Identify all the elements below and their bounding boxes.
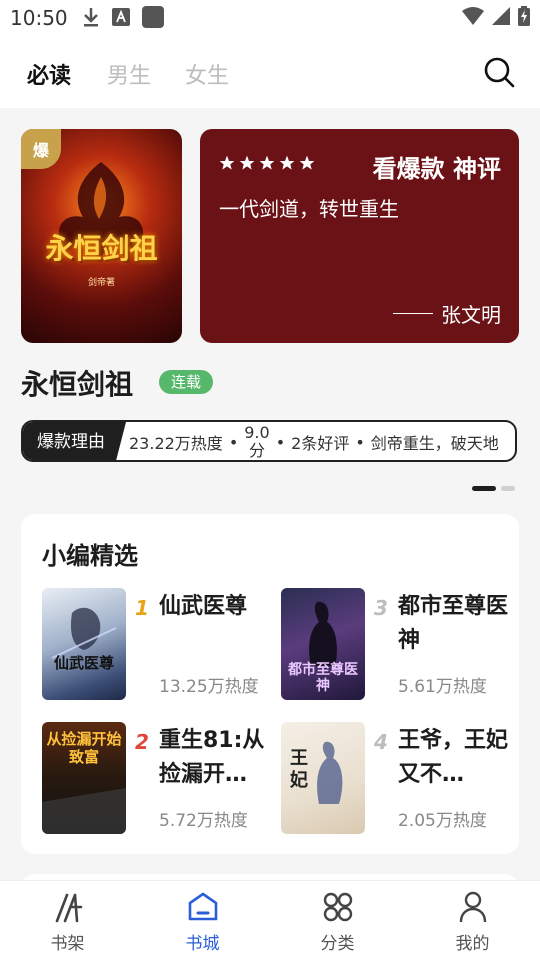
- hot-badge: 爆: [21, 129, 61, 169]
- nav-bookshelf[interactable]: 书架: [0, 881, 135, 961]
- score-value: 9.0 分: [244, 424, 269, 460]
- cover-title-art: 都市至尊医神: [288, 662, 358, 694]
- hit-reason-bar: 爆款理由 23.22万热度 • 9.0 分 • 2条好评 • 剑帝重生，破天地: [21, 420, 517, 462]
- category-icon: [323, 892, 352, 922]
- list-item[interactable]: 王妃 4 王爷，王妃又不… 2.05万热度: [281, 722, 511, 834]
- cover-art: [51, 607, 117, 659]
- heat-value: 2.05万热度: [398, 811, 487, 831]
- editor-picks-title: 小编精选: [42, 542, 138, 570]
- rank-number: 2: [135, 730, 149, 754]
- pager-dot-active: [472, 486, 496, 491]
- carousel-pager: [472, 486, 515, 491]
- editor-picks-card: 小编精选 仙武医尊 1 仙武医尊 13.25万热度 都市至尊医神 3 都市至尊医…: [21, 514, 519, 854]
- rank-number: 4: [374, 730, 388, 754]
- list-item[interactable]: 都市至尊医神 3 都市至尊医神 5.61万热度: [281, 588, 511, 700]
- app-square-icon: [142, 6, 164, 28]
- signal-icon: [492, 7, 510, 25]
- list-item[interactable]: 从捡漏开始致富 2 重生81:从捡漏开… 5.72万热度: [42, 722, 272, 834]
- profile-icon: [459, 891, 486, 923]
- status-time: 10:50: [10, 6, 68, 30]
- featured-review-card[interactable]: 看爆款 神评 一代剑道，转世重生 张文明: [200, 129, 519, 343]
- star-icon: [299, 155, 315, 170]
- star-icon: [279, 155, 295, 170]
- cover-author: 剑帝著: [87, 278, 115, 288]
- top-navigation: 必读 男生 女生: [0, 36, 540, 108]
- dash-divider: [393, 313, 433, 314]
- book-cover: 王妃: [281, 722, 365, 834]
- book-cover: 都市至尊医神: [281, 588, 365, 700]
- rank-number: 1: [135, 596, 149, 620]
- score-number: 9.0: [244, 423, 270, 442]
- status-bar: 10:50: [0, 0, 540, 36]
- search-icon[interactable]: [483, 56, 515, 88]
- nav-bookstore[interactable]: 书城: [135, 881, 270, 961]
- bookstore-icon: [188, 892, 217, 921]
- hit-reason-items: 23.22万热度 • 9.0 分 • 2条好评 • 剑帝重生，破天地: [129, 422, 499, 460]
- book-name: 都市至尊医神: [398, 594, 509, 653]
- nav-profile[interactable]: 我的: [405, 881, 540, 961]
- heat-value: 23.22万热度: [129, 434, 223, 453]
- nav-label: 书城: [185, 934, 220, 954]
- bookshelf-icon: [55, 893, 82, 923]
- rank-number: 3: [374, 596, 388, 620]
- list-item[interactable]: 仙武医尊 1 仙武医尊 13.25万热度: [42, 588, 272, 700]
- tab-must-read[interactable]: 必读: [27, 58, 71, 90]
- separator: •: [355, 432, 365, 452]
- review-author: 张文明: [393, 299, 501, 328]
- good-reviews: 2条好评: [291, 434, 350, 453]
- book-cover: 仙武医尊: [42, 588, 126, 700]
- tab-male[interactable]: 男生: [107, 58, 151, 90]
- cover-title-art: 从捡漏开始致富: [46, 730, 122, 766]
- heat-value: 5.61万热度: [398, 677, 487, 697]
- cover-title-art: 王妃: [290, 748, 308, 791]
- tab-female[interactable]: 女生: [185, 58, 229, 90]
- review-author-name: 张文明: [441, 303, 501, 327]
- book-name: 王爷，王妃又不…: [398, 728, 509, 787]
- battery-icon: [518, 6, 530, 26]
- separator: •: [228, 432, 239, 452]
- book-cover: 从捡漏开始致富: [42, 722, 126, 834]
- review-heading: 看爆款 神评: [372, 155, 501, 183]
- wifi-icon: [462, 7, 484, 25]
- score-unit: 分: [248, 441, 265, 460]
- featured-book-cover[interactable]: 爆 永恒剑祖 剑帝著: [21, 129, 182, 343]
- review-quote: 一代剑道，转世重生: [219, 197, 399, 221]
- book-name: 重生81:从捡漏开…: [159, 728, 265, 787]
- star-icon: [219, 155, 235, 170]
- nav-label: 我的: [455, 934, 490, 954]
- status-badge: 连载: [159, 370, 214, 394]
- separator: •: [275, 432, 286, 452]
- pager-dot: [501, 486, 515, 491]
- rating-stars: [219, 155, 315, 171]
- book-name: 仙武医尊: [159, 594, 248, 619]
- cover-title-art: 永恒剑祖: [45, 232, 158, 265]
- star-icon: [259, 155, 275, 170]
- star-icon: [239, 155, 255, 170]
- app-a-icon: [112, 8, 130, 26]
- download-icon: [84, 8, 98, 27]
- nav-label: 分类: [320, 934, 355, 954]
- cover-title-art: 仙武医尊: [53, 654, 114, 672]
- tagline: 剑帝重生，破天地: [370, 434, 499, 453]
- nav-label: 书架: [50, 934, 85, 954]
- main-content: 爆 永恒剑祖 剑帝著 看爆款 神评 一代剑道，转世重生 张文明 永恒剑祖 连载 …: [0, 108, 540, 894]
- heat-value: 13.25万热度: [159, 677, 259, 697]
- heat-value: 5.72万热度: [159, 811, 248, 831]
- hit-reason-label: 爆款理由: [23, 422, 126, 460]
- featured-book-title[interactable]: 永恒剑祖: [21, 363, 133, 403]
- nav-category[interactable]: 分类: [270, 881, 405, 961]
- bottom-navigation: 书架 书城 分类 我的: [0, 880, 540, 961]
